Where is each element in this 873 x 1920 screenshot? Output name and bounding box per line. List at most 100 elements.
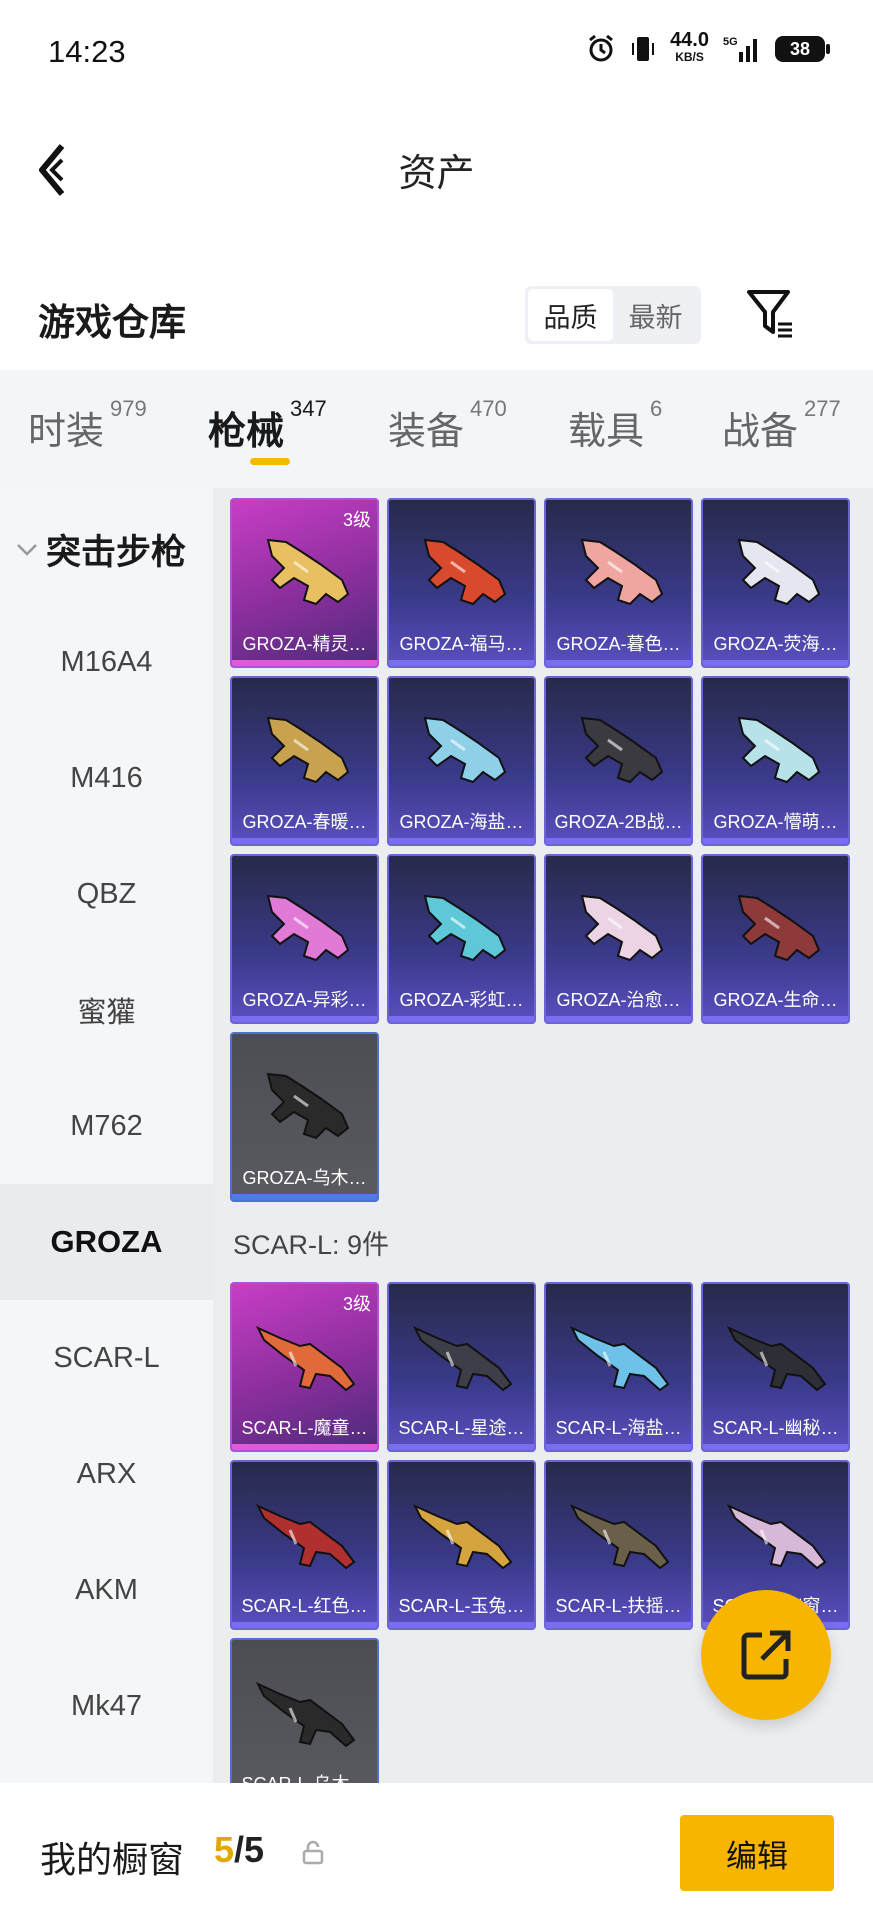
alarm-icon <box>589 34 613 62</box>
scar-skin-card[interactable]: SCAR-L-乌木… <box>230 1638 379 1783</box>
groza-skin-card[interactable]: GROZA-乌木… <box>230 1032 379 1202</box>
tab-weapons[interactable]: 枪械347 <box>208 396 327 455</box>
rarity-stripe <box>232 838 377 844</box>
showcase-count-current: 5 <box>214 1829 235 1870</box>
app-header: 资产 <box>0 100 873 230</box>
skin-name-label: GROZA-2B战… <box>554 812 683 832</box>
rarity-stripe <box>232 1016 377 1022</box>
rifle-icon <box>255 1325 356 1392</box>
sidebar-item-m762[interactable]: M762 <box>0 1068 213 1184</box>
filter-icon[interactable] <box>746 286 796 342</box>
status-time: 14:23 <box>48 34 126 69</box>
sidebar-item-arx[interactable]: ARX <box>0 1416 213 1532</box>
skin-grid: SCAR-L: 9件 3级 GROZA-精灵… GROZA-福马… GROZA-暮色…… <box>213 488 873 1783</box>
tab-equipment[interactable]: 装备470 <box>388 396 507 455</box>
bullpup-gun-icon <box>737 716 821 784</box>
rifle-icon <box>569 1503 670 1570</box>
groza-skin-card[interactable]: GROZA-生命… <box>701 854 850 1024</box>
tab-vehicles[interactable]: 载具6 <box>568 396 662 455</box>
rarity-stripe <box>546 838 691 844</box>
tab-count: 470 <box>470 396 507 421</box>
showcase-count-total: 5 <box>244 1829 265 1870</box>
sort-quality-button[interactable]: 品质 <box>528 289 613 341</box>
tab-label: 战备 <box>722 411 799 453</box>
rarity-stripe <box>703 660 848 666</box>
net-speed-value: 44.0 <box>670 29 709 51</box>
sort-newest-button[interactable]: 最新 <box>613 289 698 341</box>
external-link-icon <box>741 1630 791 1680</box>
rarity-stripe <box>546 1622 691 1628</box>
skin-name-label: SCAR-L-乌木… <box>232 1770 377 1783</box>
rarity-stripe <box>546 660 691 666</box>
scar-skin-card[interactable]: 3级 SCAR-L-魔童… <box>230 1282 379 1452</box>
groza-skin-card[interactable]: GROZA-2B战… <box>544 676 693 846</box>
rifle-icon <box>412 1503 513 1570</box>
scar-skin-card[interactable]: SCAR-L-幽秘… <box>701 1282 850 1452</box>
scar-skin-card[interactable]: SCAR-L-红色… <box>230 1460 379 1630</box>
bullpup-gun-icon <box>423 894 507 962</box>
skin-name-label: SCAR-L-星途… <box>398 1418 525 1438</box>
rarity-stripe <box>232 1444 377 1450</box>
skin-name-label: SCAR-L-海盐… <box>555 1418 682 1438</box>
skin-name-label: GROZA-暮色… <box>556 634 681 654</box>
bullpup-gun-icon <box>737 894 821 962</box>
bullpup-gun-icon <box>423 538 507 606</box>
groza-skin-card[interactable]: GROZA-荧海… <box>701 498 850 668</box>
rarity-stripe <box>389 838 534 844</box>
tab-label: 装备 <box>388 411 465 453</box>
sidebar-item-m16a4[interactable]: M16A4 <box>0 604 213 720</box>
sidebar-item-scar-l[interactable]: SCAR-L <box>0 1300 213 1416</box>
sidebar-item-mk47[interactable]: Mk47 <box>0 1648 213 1764</box>
svg-text:5G: 5G <box>723 36 738 48</box>
skin-name-label: SCAR-L-玉兔… <box>398 1596 525 1616</box>
showcase-count: 5/5 <box>214 1829 264 1871</box>
groza-skin-card[interactable]: GROZA-暮色… <box>544 498 693 668</box>
skin-name-label: GROZA-乌木… <box>242 1168 367 1188</box>
groza-skin-card[interactable]: GROZA-异彩… <box>230 854 379 1024</box>
scar-skin-card[interactable]: SCAR-L-海盐… <box>544 1282 693 1452</box>
groza-skin-card[interactable]: GROZA-海盐… <box>387 676 536 846</box>
active-tab-indicator <box>250 458 290 465</box>
groza-skin-card[interactable]: GROZA-治愈… <box>544 854 693 1024</box>
rifle-icon <box>569 1325 670 1392</box>
warehouse-bar: 游戏仓库 品质 最新 <box>0 230 873 370</box>
rifle-icon <box>255 1503 356 1570</box>
tab-fashion[interactable]: 时装979 <box>28 396 147 455</box>
bullpup-gun-icon <box>580 894 664 962</box>
rifle-icon <box>412 1325 513 1392</box>
network-speed: 44.0 KB/S <box>670 29 709 66</box>
skin-name-label: SCAR-L-红色… <box>241 1596 368 1616</box>
skin-name-label: GROZA-懵萌… <box>713 812 838 832</box>
bullpup-gun-icon <box>423 716 507 784</box>
groza-skin-card[interactable]: GROZA-春暖… <box>230 676 379 846</box>
chevron-down-icon <box>17 543 37 556</box>
status-icons: 44.0 KB/S 5G 38 <box>586 29 830 66</box>
skin-name-label: GROZA-治愈… <box>556 990 681 1010</box>
share-fab[interactable] <box>701 1590 831 1720</box>
net-speed-unit: KB/S <box>675 50 704 64</box>
groza-skin-card[interactable]: 3级 GROZA-精灵… <box>230 498 379 668</box>
sidebar-item-honey-badger[interactable]: 蜜獾 <box>0 952 213 1068</box>
groza-skin-card[interactable]: GROZA-懵萌… <box>701 676 850 846</box>
skin-name-label: SCAR-L-魔童… <box>241 1418 368 1438</box>
tab-label: 载具 <box>568 411 645 453</box>
rarity-stripe <box>703 1444 848 1450</box>
scar-skin-card[interactable]: SCAR-L-扶摇… <box>544 1460 693 1630</box>
sidebar-item-qbz[interactable]: QBZ <box>0 836 213 952</box>
page-title: 资产 <box>398 153 475 195</box>
sidebar-item-m416[interactable]: M416 <box>0 720 213 836</box>
sidebar-item-groza[interactable]: GROZA <box>0 1184 213 1300</box>
tab-battle-prep[interactable]: 战备277 <box>722 396 841 455</box>
groza-skin-card[interactable]: GROZA-彩虹… <box>387 854 536 1024</box>
warehouse-title: 游戏仓库 <box>38 302 186 343</box>
sidebar-category[interactable]: 突击步枪 <box>16 524 186 575</box>
groza-skin-card[interactable]: GROZA-福马… <box>387 498 536 668</box>
skin-level-badge: 3级 <box>342 1294 371 1314</box>
rarity-stripe <box>389 1444 534 1450</box>
vibrate-icon <box>632 37 655 61</box>
scar-skin-card[interactable]: SCAR-L-星途… <box>387 1282 536 1452</box>
scar-skin-card[interactable]: SCAR-L-玉兔… <box>387 1460 536 1630</box>
sidebar-item-akm[interactable]: AKM <box>0 1532 213 1648</box>
lock-icon[interactable] <box>300 1839 326 1865</box>
edit-button[interactable]: 编辑 <box>680 1815 834 1891</box>
